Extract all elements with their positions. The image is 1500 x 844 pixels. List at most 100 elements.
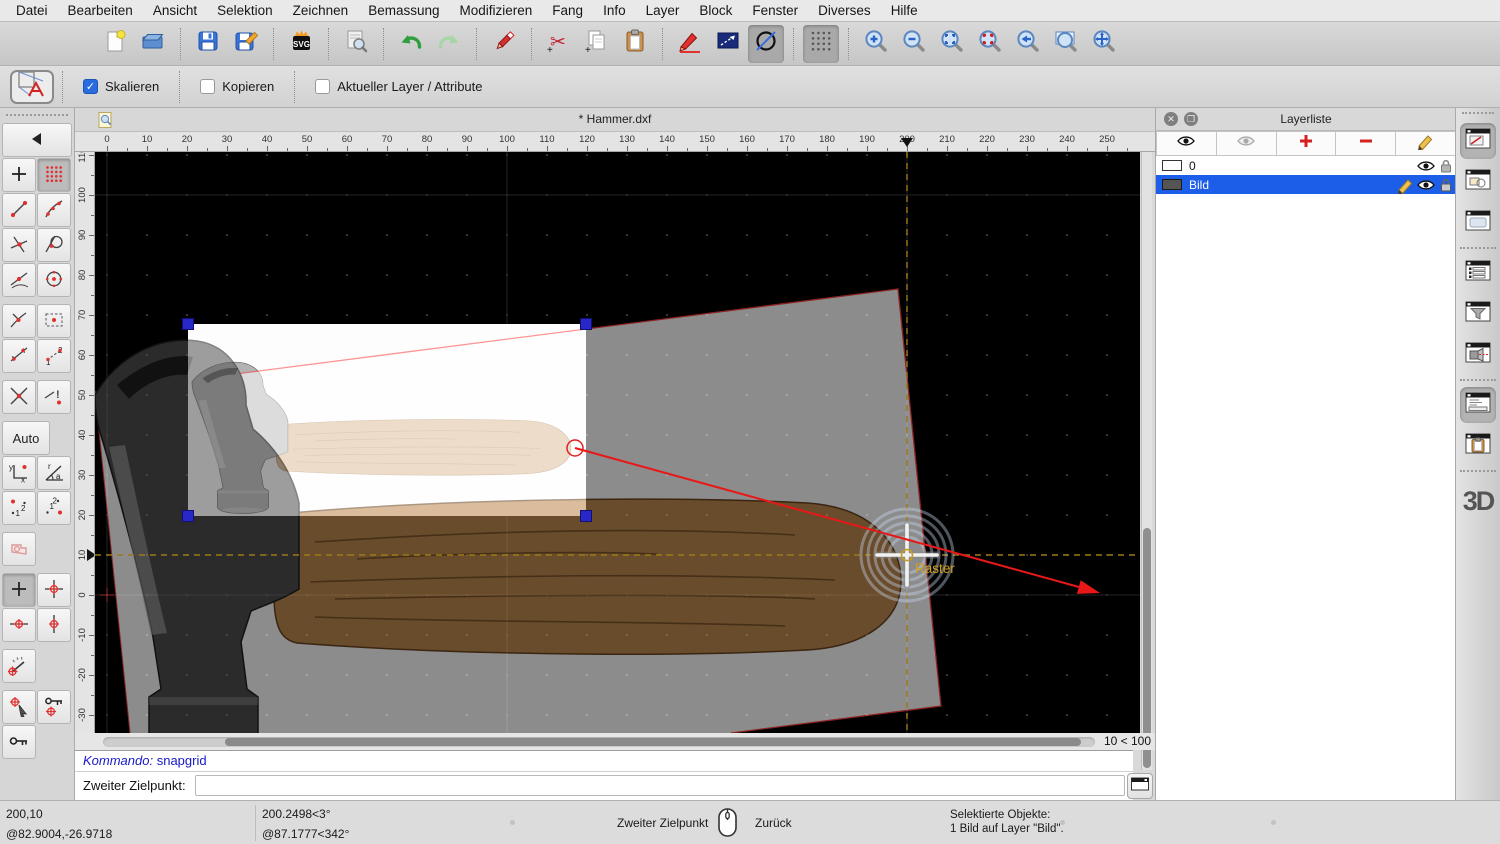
paste-button[interactable]	[617, 25, 653, 63]
selection-handle[interactable]	[581, 319, 592, 330]
menu-item-modifizieren[interactable]: Modifizieren	[450, 0, 543, 22]
command-line-toggle-button[interactable]	[1127, 773, 1153, 799]
eye-gray-button[interactable]	[1217, 131, 1277, 156]
snap-center-button[interactable]	[37, 263, 71, 297]
edit-layer-icon[interactable]	[1396, 176, 1416, 194]
restrict-vertical-button[interactable]	[37, 608, 71, 642]
snap-tangent-button[interactable]	[37, 228, 71, 262]
cut-button[interactable]: ✂+	[541, 25, 577, 63]
zoom-auto-button[interactable]	[934, 25, 970, 63]
checkbox-box[interactable]: ✓	[83, 79, 98, 94]
snap-distance-button[interactable]: 12	[37, 339, 71, 373]
auto-tool-button[interactable]: Auto	[2, 421, 50, 455]
save-file-as-button[interactable]	[228, 25, 264, 63]
zoom-in-button[interactable]	[858, 25, 894, 63]
dock-grip[interactable]	[1462, 112, 1494, 118]
checkbox-box[interactable]	[315, 79, 330, 94]
select-window-button[interactable]	[710, 25, 746, 63]
menu-item-bearbeiten[interactable]: Bearbeiten	[58, 0, 143, 22]
menu-item-hilfe[interactable]: Hilfe	[881, 0, 928, 22]
coord-polar-button[interactable]: ra	[37, 456, 71, 490]
layer-lock-icon[interactable]	[1436, 177, 1456, 193]
restrict-none-button[interactable]	[2, 573, 36, 607]
grid-toggle-button[interactable]	[803, 25, 839, 63]
coord-cartesian-button[interactable]: yx	[2, 456, 36, 490]
snap-x-button[interactable]	[2, 380, 36, 414]
zoom-previous-button[interactable]	[1010, 25, 1046, 63]
back-button[interactable]	[2, 123, 72, 157]
selection-handle[interactable]	[183, 319, 194, 330]
restrict-warning-button[interactable]: !	[37, 380, 71, 414]
zoom-selection-button[interactable]	[972, 25, 1008, 63]
svg-export-button[interactable]: SVG	[283, 25, 319, 63]
restrict-orthogonal-button[interactable]	[37, 573, 71, 607]
layer-visibility-eye-icon[interactable]	[1416, 158, 1436, 174]
property-editor-dock-button[interactable]	[1460, 255, 1496, 291]
add-layer-button[interactable]	[1277, 131, 1337, 156]
checkbox-box[interactable]	[200, 79, 215, 94]
views-dock-button[interactable]	[1460, 205, 1496, 241]
print-preview-button[interactable]	[338, 25, 374, 63]
coord-relative-button[interactable]: 12	[2, 491, 36, 525]
menu-item-info[interactable]: Info	[593, 0, 636, 22]
menu-item-ansicht[interactable]: Ansicht	[143, 0, 207, 22]
zoom-window-button[interactable]	[1048, 25, 1084, 63]
menu-item-zeichnen[interactable]: Zeichnen	[283, 0, 359, 22]
palette-grip[interactable]	[6, 114, 68, 120]
menu-item-fenster[interactable]: Fenster	[742, 0, 808, 22]
snap-middle-button[interactable]	[2, 263, 36, 297]
remove-layer-button[interactable]	[1336, 131, 1396, 156]
snap-on-entity-button[interactable]	[37, 193, 71, 227]
menu-item-diverses[interactable]: Diverses	[808, 0, 881, 22]
snap-perpendicular-button[interactable]	[2, 304, 36, 338]
zoom-out-button[interactable]	[896, 25, 932, 63]
selection-handle[interactable]	[183, 511, 194, 522]
vertical-scrollbar[interactable]	[1141, 152, 1152, 770]
horizontal-scrollbar-thumb[interactable]	[225, 738, 1081, 746]
snap-reference-button[interactable]	[37, 304, 71, 338]
menu-item-datei[interactable]: Datei	[6, 0, 58, 22]
snap-endpoints-button[interactable]	[2, 193, 36, 227]
vertical-scrollbar-thumb[interactable]	[1143, 528, 1151, 768]
relative-zero-set-button[interactable]	[2, 690, 36, 724]
block-list-dock-button[interactable]	[1460, 164, 1496, 200]
menu-item-layer[interactable]: Layer	[636, 0, 690, 22]
save-file-button[interactable]	[190, 25, 226, 63]
copy-button[interactable]: +	[579, 25, 615, 63]
coord-relative-polar-button[interactable]: 12	[37, 491, 71, 525]
command-line-dock-button[interactable]	[1460, 387, 1496, 423]
menu-item-fang[interactable]: Fang	[542, 0, 593, 22]
zoom-pan-button[interactable]	[1086, 25, 1122, 63]
open-file-button[interactable]	[135, 25, 171, 63]
key-lock-button[interactable]	[2, 725, 36, 759]
checkbox-aktueller-layer-attribute[interactable]: Aktueller Layer / Attribute	[315, 79, 482, 94]
snap-intersection-button[interactable]	[2, 228, 36, 262]
horizontal-scrollbar[interactable]	[103, 737, 1095, 747]
menu-item-block[interactable]: Block	[689, 0, 742, 22]
angle-gauge-button[interactable]	[2, 649, 36, 683]
edit-layer-button[interactable]	[1396, 131, 1456, 156]
selection-handle[interactable]	[581, 511, 592, 522]
snap-free-button[interactable]	[2, 158, 36, 192]
layer-visibility-eye-icon[interactable]	[1416, 177, 1436, 193]
ortho-circle-button[interactable]	[748, 25, 784, 63]
undo-button[interactable]	[393, 25, 429, 63]
shape-tool-button[interactable]	[2, 532, 36, 566]
restrict-horizontal-button[interactable]	[2, 608, 36, 642]
checkbox-kopieren[interactable]: Kopieren	[200, 79, 274, 94]
drawing-canvas[interactable]: Raster	[95, 152, 1140, 733]
selection-filter-dock-button[interactable]	[1460, 296, 1496, 332]
relative-zero-lock-button[interactable]	[37, 690, 71, 724]
library-browser-dock-button[interactable]	[1460, 337, 1496, 373]
layer-list-dock-button[interactable]	[1460, 123, 1496, 159]
layer-lock-icon[interactable]	[1436, 158, 1456, 174]
command-input[interactable]	[195, 775, 1125, 796]
new-file-button[interactable]	[97, 25, 133, 63]
layer-row-bild[interactable]: Bild	[1156, 175, 1456, 194]
eye-open-button[interactable]	[1156, 131, 1217, 156]
current-tool-button[interactable]	[10, 70, 54, 104]
pencil-draw-button[interactable]	[672, 25, 708, 63]
menu-item-bemassung[interactable]: Bemassung	[358, 0, 449, 22]
redo-button[interactable]	[431, 25, 467, 63]
clipboard-panel-dock-button[interactable]	[1460, 428, 1496, 464]
